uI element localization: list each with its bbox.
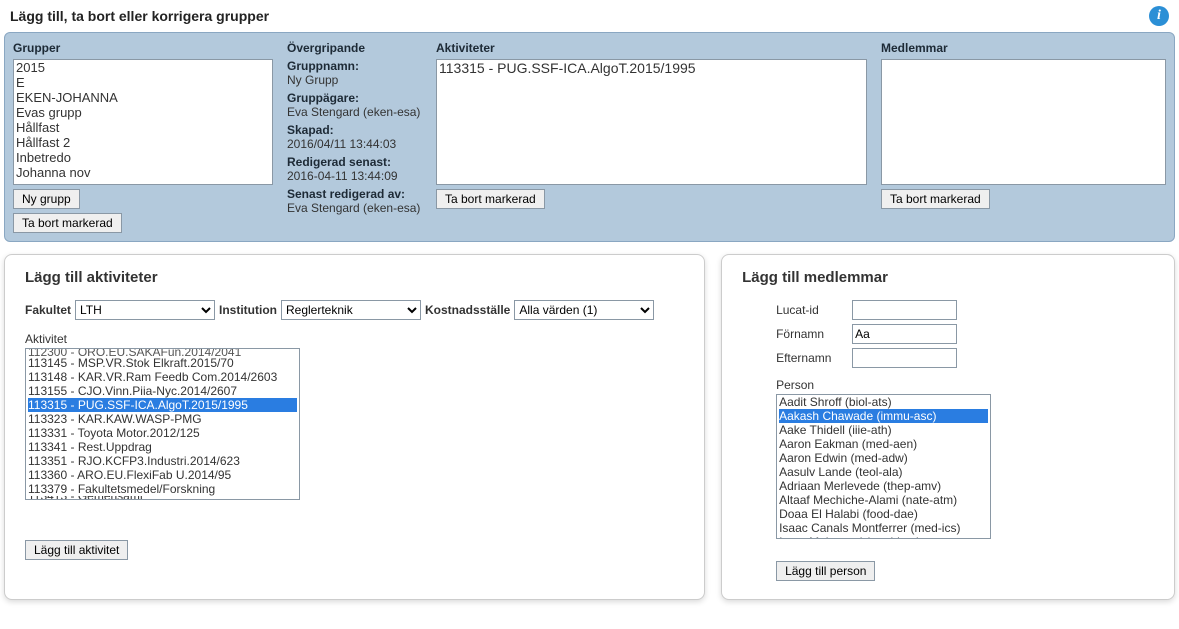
list-item[interactable]: Aaron Eakman (med-aen) bbox=[779, 437, 988, 451]
fakultet-select[interactable]: LTH bbox=[75, 300, 215, 320]
list-item[interactable]: 113413 - Gemensamt bbox=[28, 496, 297, 500]
medlemmar-listbox[interactable] bbox=[881, 59, 1166, 185]
fornamn-label: Förnamn bbox=[776, 327, 848, 341]
add-activities-title: Lägg till aktiviteter bbox=[25, 269, 684, 286]
kostnad-select[interactable]: Alla värden (1) bbox=[514, 300, 654, 320]
redigerad-label: Redigerad senast: bbox=[287, 155, 422, 169]
person-listbox[interactable]: Aadit Shroff (biol-ats)Aakash Chawade (i… bbox=[776, 394, 991, 539]
efternamn-input[interactable] bbox=[852, 348, 957, 368]
list-item[interactable]: Aakash Chawade (immu-asc) bbox=[779, 409, 988, 423]
list-item[interactable]: Altaaf Mechiche-Alami (nate-atm) bbox=[779, 493, 988, 507]
grupper-listbox[interactable]: 2015EEKEN-JOHANNAEvas gruppHållfastHållf… bbox=[13, 59, 273, 185]
lucat-label: Lucat-id bbox=[776, 303, 848, 317]
list-item[interactable]: Aake Thidell (iiie-ath) bbox=[779, 423, 988, 437]
medlemmar-label: Medlemmar bbox=[881, 41, 1166, 55]
list-item[interactable]: Isaac Canals Montferrer (med-ics) bbox=[779, 521, 988, 535]
list-item[interactable]: 113155 - CJO.Vinn.Piia-Nyc.2014/2607 bbox=[28, 384, 297, 398]
groups-panel: Grupper 2015EEKEN-JOHANNAEvas gruppHållf… bbox=[4, 32, 1175, 242]
aktivitet-label: Aktivitet bbox=[25, 332, 684, 346]
list-item[interactable]: Johanna nov bbox=[16, 165, 270, 180]
redigerad-value: 2016-04-11 13:44:09 bbox=[287, 169, 422, 183]
senast-value: Eva Stengard (eken-esa) bbox=[287, 201, 422, 215]
list-item[interactable]: 112300 - ORO.EU.SAKAFun.2014/2041 bbox=[28, 349, 297, 356]
list-item[interactable]: Aasulv Lande (teol-ala) bbox=[779, 465, 988, 479]
list-item[interactable]: Doaa El Halabi (food-dae) bbox=[779, 507, 988, 521]
list-item[interactable]: Evas grupp bbox=[16, 105, 270, 120]
list-item[interactable]: Hållfast 2 bbox=[16, 135, 270, 150]
page-title: Lägg till, ta bort eller korrigera grupp… bbox=[10, 8, 269, 24]
overgripande-label: Övergripande bbox=[287, 41, 422, 55]
aktiviteter-listbox[interactable]: 113315 - PUG.SSF-ICA.AlgoT.2015/1995 bbox=[436, 59, 867, 185]
list-item[interactable]: 113323 - KAR.KAW.WASP-PMG bbox=[28, 412, 297, 426]
list-item[interactable]: EKEN-JOHANNA bbox=[16, 90, 270, 105]
senast-label: Senast redigerad av: bbox=[287, 187, 422, 201]
list-item[interactable]: Hållfast bbox=[16, 120, 270, 135]
list-item[interactable]: 113360 - ARO.EU.FlexiFab U.2014/95 bbox=[28, 468, 297, 482]
list-item[interactable]: 113145 - MSP.VR.Stok Elkraft.2015/70 bbox=[28, 356, 297, 370]
gruppagare-value: Eva Stengard (eken-esa) bbox=[287, 105, 422, 119]
list-item[interactable]: Adriaan Merlevede (thep-amv) bbox=[779, 479, 988, 493]
list-item[interactable]: 113341 - Rest.Uppdrag bbox=[28, 440, 297, 454]
add-activity-button[interactable]: Lägg till aktivitet bbox=[25, 540, 128, 560]
skapad-label: Skapad: bbox=[287, 123, 422, 137]
gruppnamn-value: Ny Grupp bbox=[287, 73, 422, 87]
list-item[interactable]: 113148 - KAR.VR.Ram Feedb Com.2014/2603 bbox=[28, 370, 297, 384]
remove-group-button[interactable]: Ta bort markerad bbox=[13, 213, 122, 233]
list-item[interactable]: 113331 - Toyota Motor.2012/125 bbox=[28, 426, 297, 440]
efternamn-label: Efternamn bbox=[776, 351, 848, 365]
fornamn-input[interactable] bbox=[852, 324, 957, 344]
institution-label: Institution bbox=[219, 303, 277, 317]
remove-member-button[interactable]: Ta bort markerad bbox=[881, 189, 990, 209]
list-item[interactable]: 113351 - RJO.KCFP3.Industri.2014/623 bbox=[28, 454, 297, 468]
lucat-input[interactable] bbox=[852, 300, 957, 320]
fakultet-label: Fakultet bbox=[25, 303, 71, 317]
add-members-title: Lägg till medlemmar bbox=[742, 269, 1154, 286]
list-item[interactable]: 113379 - Fakultetsmedel/Forskning bbox=[28, 482, 297, 496]
person-label: Person bbox=[776, 378, 1154, 392]
new-group-button[interactable]: Ny grupp bbox=[13, 189, 80, 209]
list-item[interactable]: E bbox=[16, 75, 270, 90]
list-item[interactable]: Israa Mohamed (med-ime) bbox=[779, 535, 988, 539]
gruppagare-label: Gruppägare: bbox=[287, 91, 422, 105]
list-item[interactable]: 113315 - PUG.SSF-ICA.AlgoT.2015/1995 bbox=[28, 398, 297, 412]
info-icon[interactable]: i bbox=[1149, 6, 1169, 26]
remove-activity-button[interactable]: Ta bort markerad bbox=[436, 189, 545, 209]
add-members-card: Lägg till medlemmar Lucat-id Förnamn Eft… bbox=[721, 254, 1175, 600]
aktivitet-listbox[interactable]: 112300 - ORO.EU.SAKAFun.2014/2041113145 … bbox=[25, 348, 300, 500]
list-item[interactable]: Inbetredo bbox=[16, 150, 270, 165]
list-item[interactable]: Aaron Edwin (med-adw) bbox=[779, 451, 988, 465]
institution-select[interactable]: Reglerteknik bbox=[281, 300, 421, 320]
gruppnamn-label: Gruppnamn: bbox=[287, 59, 422, 73]
add-person-button[interactable]: Lägg till person bbox=[776, 561, 875, 581]
list-item[interactable]: 113315 - PUG.SSF-ICA.AlgoT.2015/1995 bbox=[439, 60, 864, 76]
skapad-value: 2016/04/11 13:44:03 bbox=[287, 137, 422, 151]
list-item[interactable]: 2015 bbox=[16, 60, 270, 75]
add-activities-card: Lägg till aktiviteter Fakultet LTH Insti… bbox=[4, 254, 705, 600]
list-item[interactable]: Aadit Shroff (biol-ats) bbox=[779, 395, 988, 409]
grupper-label: Grupper bbox=[13, 41, 273, 55]
kostnad-label: Kostnadsställe bbox=[425, 303, 510, 317]
aktiviteter-label: Aktiviteter bbox=[436, 41, 867, 55]
